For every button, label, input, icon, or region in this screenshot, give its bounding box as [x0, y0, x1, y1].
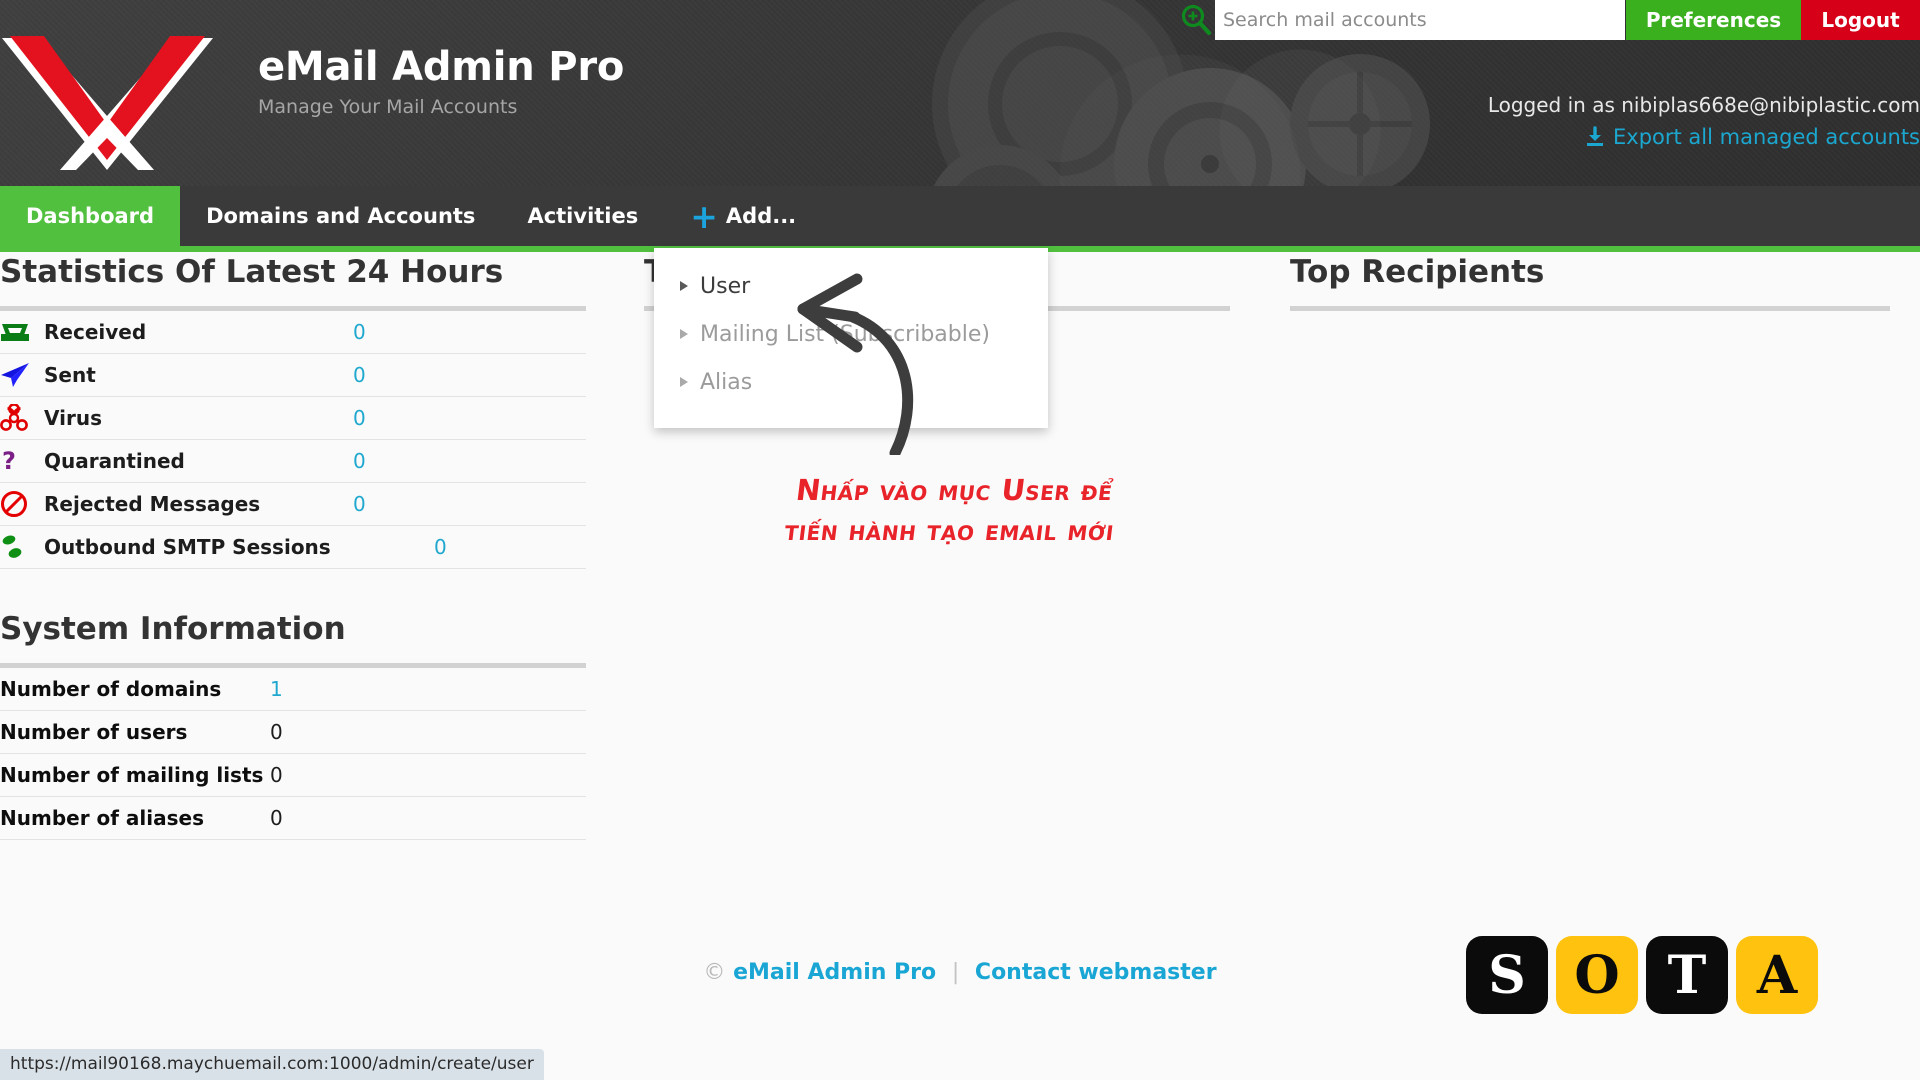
stat-value-quarantined[interactable]: 0 — [339, 449, 366, 473]
stat-label-received: Received — [44, 320, 147, 344]
stat-row-received: Received 0 — [0, 311, 586, 354]
sys-value-users: 0 — [270, 720, 283, 744]
caret-right-icon — [680, 329, 688, 339]
system-information-title: System Information — [0, 611, 346, 647]
question-mark-icon: ? — [0, 447, 44, 475]
export-accounts-row: Export all managed accounts — [1584, 125, 1920, 149]
export-accounts-link[interactable]: Export all managed accounts — [1613, 125, 1920, 149]
sota-tile-o: O — [1556, 936, 1638, 1014]
stat-value-received[interactable]: 0 — [339, 320, 366, 344]
logout-button[interactable]: Logout — [1801, 0, 1920, 40]
footer-separator: | — [951, 960, 960, 985]
sys-value-mailing-lists: 0 — [270, 763, 283, 787]
nav-label-domains: Domains and Accounts — [206, 204, 476, 228]
nav-label-dashboard: Dashboard — [26, 204, 155, 228]
nav-label-add: Add... — [725, 204, 797, 228]
sys-row-domains: Number of domains 1 — [0, 668, 586, 711]
stat-value-outbound-smtp[interactable]: 0 — [420, 535, 447, 559]
search-input[interactable] — [1215, 0, 1625, 40]
svg-text:?: ? — [2, 447, 16, 475]
footer-brand-link[interactable]: eMail Admin Pro — [733, 960, 936, 985]
inbox-tray-icon — [0, 320, 44, 344]
annotation-text: Nhấp vào mục User để tiến hành tạo email… — [737, 470, 1167, 550]
nav-item-domains-and-accounts[interactable]: Domains and Accounts — [180, 186, 501, 246]
sys-value-aliases: 0 — [270, 806, 283, 830]
statistics-title: Statistics Of Latest 24 Hours — [0, 254, 504, 290]
stat-value-sent[interactable]: 0 — [339, 363, 366, 387]
sys-label-domains: Number of domains — [0, 677, 222, 701]
sys-label-users: Number of users — [0, 720, 188, 744]
sota-tile-s: S — [1466, 936, 1548, 1014]
brand-block: eMail Admin Pro Manage Your Mail Account… — [258, 44, 624, 118]
stat-label-outbound-smtp: Outbound SMTP Sessions — [44, 535, 331, 559]
top-recipients-divider — [1290, 306, 1890, 311]
sys-label-aliases: Number of aliases — [0, 806, 205, 830]
sys-row-aliases: Number of aliases 0 — [0, 797, 586, 840]
caret-right-icon — [680, 281, 688, 291]
page-header: eMail Admin Pro Manage Your Mail Account… — [0, 0, 1920, 192]
sota-tile-a: A — [1736, 936, 1818, 1014]
main-navigation: Dashboard Domains and Accounts Activitie… — [0, 186, 1920, 246]
search-zoom-in-icon[interactable] — [1179, 3, 1213, 37]
sys-label-mailing-lists: Number of mailing lists — [0, 763, 264, 787]
biohazard-icon — [0, 404, 44, 432]
envelope-x-logo-icon — [2, 36, 213, 170]
nav-item-dashboard[interactable]: Dashboard — [0, 186, 181, 246]
stat-row-quarantined: ? Quarantined 0 — [0, 440, 586, 483]
download-icon[interactable] — [1584, 126, 1606, 148]
browser-status-bar: https://mail90168.maychuemail.com:1000/a… — [0, 1049, 544, 1080]
plus-icon: + — [690, 196, 718, 236]
brand-title: eMail Admin Pro — [258, 44, 625, 90]
sys-value-domains[interactable]: 1 — [270, 677, 283, 701]
footprints-icon — [0, 533, 44, 561]
nav-item-activities[interactable]: Activities — [501, 186, 664, 246]
stat-value-rejected[interactable]: 0 — [339, 492, 366, 516]
stat-row-virus: Virus 0 — [0, 397, 586, 440]
stat-label-sent: Sent — [44, 363, 96, 387]
annotation-line-1: Nhấp vào mục User để — [794, 473, 1115, 507]
curved-arrow-icon — [797, 273, 914, 455]
caret-right-icon — [680, 377, 688, 387]
stat-label-rejected: Rejected Messages — [44, 492, 261, 516]
sys-row-mailing-lists: Number of mailing lists 0 — [0, 754, 586, 797]
contact-webmaster-link[interactable]: Contact webmaster — [975, 960, 1217, 985]
stat-label-quarantined: Quarantined — [44, 449, 185, 473]
sota-logo: S O T A — [1466, 936, 1818, 1014]
nav-label-activities: Activities — [527, 204, 639, 228]
annotation-line-2: tiến hành tạo email mới — [782, 513, 1117, 547]
stat-value-virus[interactable]: 0 — [339, 406, 366, 430]
brand-subtitle: Manage Your Mail Accounts — [258, 96, 518, 118]
logged-in-label: Logged in as nibiplas668e@nibiplastic.co… — [1487, 93, 1920, 117]
stat-row-sent: Sent 0 — [0, 354, 586, 397]
right-column: Top Recipients — [1290, 252, 1890, 311]
stat-label-virus: Virus — [44, 406, 102, 430]
sota-tile-t: T — [1646, 936, 1728, 1014]
stat-row-rejected: Rejected Messages 0 — [0, 483, 586, 526]
top-recipients-title: Top Recipients — [1290, 254, 1545, 290]
paper-plane-icon — [0, 362, 44, 388]
stat-row-outbound-smtp: Outbound SMTP Sessions 0 — [0, 526, 586, 569]
sys-row-users: Number of users 0 — [0, 711, 586, 754]
left-column: Statistics Of Latest 24 Hours Received 0… — [0, 252, 586, 840]
no-entry-icon — [0, 490, 44, 518]
preferences-button[interactable]: Preferences — [1626, 0, 1801, 40]
copyright-symbol: © — [703, 960, 726, 985]
search-area — [1181, 0, 1625, 40]
nav-item-add[interactable]: + Add... — [664, 186, 822, 246]
